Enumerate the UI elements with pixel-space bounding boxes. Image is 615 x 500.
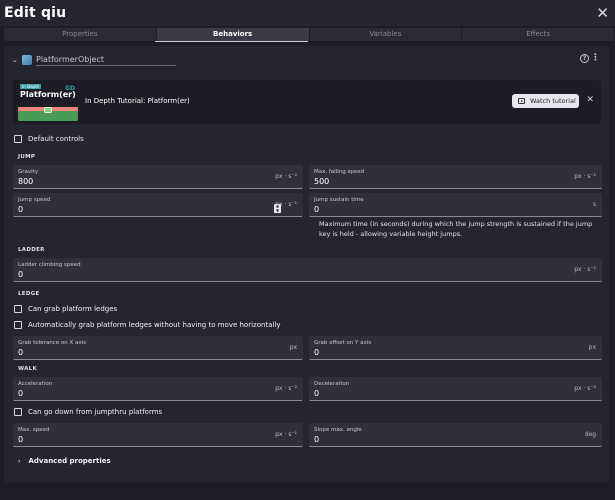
close-icon[interactable]: ✕: [596, 5, 609, 21]
grab-offset-y-unit: px: [588, 344, 596, 351]
jump-sustain-time-value[interactable]: 0: [314, 205, 319, 214]
advanced-properties-label: Advanced properties: [28, 457, 111, 465]
acceleration-field[interactable]: Acceleration 0 px · s⁻²: [13, 377, 303, 401]
tutorial-banner: In Depth Platform(er) GD In Depth Tutori…: [13, 80, 601, 124]
slope-max-angle-value[interactable]: 0: [314, 435, 319, 444]
more-menu-icon[interactable]: ⋮: [591, 53, 600, 63]
jump-sustain-time-unit: s: [592, 201, 596, 208]
auto-grab-ledges-checkbox[interactable]: [14, 321, 22, 329]
platformer-behavior-icon: [22, 55, 32, 65]
max-speed-field[interactable]: Max. speed 0 px · s⁻¹: [13, 423, 303, 447]
deceleration-value[interactable]: 0: [314, 389, 319, 398]
jump-speed-label: Jump speed: [18, 197, 51, 203]
max-speed-unit: px · s⁻¹: [275, 431, 297, 438]
ladder-climbing-speed-field[interactable]: Ladder climbing speed 0 px · s⁻¹: [13, 258, 602, 282]
grab-offset-y-label: Grab offset on Y axis: [314, 340, 372, 346]
max-speed-value[interactable]: 0: [18, 435, 23, 444]
stepper-down-icon[interactable]: ▼: [276, 208, 279, 213]
watch-tutorial-label: Watch tutorial: [530, 97, 576, 105]
gravity-unit: px · s⁻²: [275, 173, 297, 180]
close-tutorial-icon[interactable]: ✕: [586, 95, 594, 105]
grab-offset-y-field[interactable]: Grab offset on Y axis 0 px: [309, 336, 602, 360]
gravity-label: Gravity: [18, 169, 39, 175]
ladder-climbing-speed-label: Ladder climbing speed: [18, 262, 81, 268]
behavior-name-field[interactable]: PlatformerObject: [36, 55, 176, 66]
max-falling-speed-unit: px · s⁻¹: [574, 173, 596, 180]
chevron-right-icon: ›: [18, 457, 21, 465]
tab-variables[interactable]: Variables: [309, 28, 463, 41]
slope-max-angle-field[interactable]: Slope max. angle 0 deg: [309, 423, 602, 447]
default-controls-row[interactable]: Default controls: [14, 135, 84, 143]
gravity-field[interactable]: Gravity 800 px · s⁻²: [13, 165, 303, 189]
acceleration-value[interactable]: 0: [18, 389, 23, 398]
tab-behaviors[interactable]: Behaviors: [156, 28, 310, 41]
grab-offset-y-value[interactable]: 0: [314, 348, 319, 357]
ladder-climbing-speed-value[interactable]: 0: [18, 270, 23, 279]
jumpthru-row[interactable]: Can go down from jumpthru platforms: [14, 408, 162, 416]
section-ledge: LEDGE: [18, 291, 40, 297]
jumpthru-checkbox[interactable]: [14, 408, 22, 416]
tutorial-title: In Depth Tutorial: Platform(er): [85, 97, 190, 105]
play-icon: [518, 98, 525, 104]
window-title: Edit qiu: [4, 5, 67, 21]
acceleration-unit: px · s⁻²: [275, 385, 297, 392]
max-falling-speed-value[interactable]: 500: [314, 177, 329, 186]
tab-effects[interactable]: Effects: [462, 28, 615, 41]
default-controls-label: Default controls: [28, 135, 84, 143]
section-walk: WALK: [18, 366, 38, 372]
section-jump: JUMP: [18, 154, 36, 160]
watch-tutorial-button[interactable]: Watch tutorial: [512, 94, 579, 108]
grab-tolerance-x-unit: px: [289, 344, 297, 351]
max-speed-label: Max. speed: [18, 427, 50, 433]
grab-tolerance-x-field[interactable]: Grab tolerance on X axis 0 px: [13, 336, 303, 360]
tab-properties[interactable]: Properties: [4, 28, 157, 41]
grab-tolerance-x-value[interactable]: 0: [18, 348, 23, 357]
section-ladder: LADDER: [18, 247, 45, 253]
can-grab-ledges-label: Can grab platform ledges: [28, 305, 118, 313]
tab-bar: Properties Behaviors Variables Effects: [4, 28, 615, 41]
thumbnail-character: [44, 107, 52, 113]
active-tab-indicator: [155, 41, 308, 42]
max-falling-speed-label: Max. falling speed: [314, 169, 365, 175]
tutorial-thumbnail[interactable]: In Depth Platform(er) GD: [18, 83, 78, 121]
thumbnail-tag: In Depth: [20, 84, 42, 89]
behavior-panel: ⌄ PlatformerObject ? ⋮ In Depth Platform…: [4, 46, 609, 483]
jump-sustain-time-label: Jump sustain time: [314, 197, 364, 203]
gdevelop-logo-icon: GD: [65, 85, 75, 92]
deceleration-field[interactable]: Deceleration 0 px · s⁻²: [309, 377, 602, 401]
title-bar: Edit qiu ✕: [0, 0, 615, 26]
default-controls-checkbox[interactable]: [14, 135, 22, 143]
help-icon[interactable]: ?: [580, 54, 589, 63]
slope-max-angle-label: Slope max. angle: [314, 427, 362, 433]
slope-max-angle-unit: deg: [584, 431, 596, 438]
can-grab-ledges-checkbox[interactable]: [14, 305, 22, 313]
jump-speed-unit: px · s⁻¹: [275, 201, 297, 208]
behavior-header: ⌄ PlatformerObject ? ⋮: [12, 53, 601, 66]
jumpthru-label: Can go down from jumpthru platforms: [28, 408, 163, 416]
auto-grab-ledges-label: Automatically grab platform ledges witho…: [28, 321, 281, 329]
deceleration-label: Deceleration: [314, 381, 350, 387]
jump-speed-field[interactable]: Jump speed 0 ▲ ▼ px · s⁻¹: [13, 193, 303, 217]
ladder-climbing-speed-unit: px · s⁻¹: [574, 266, 596, 273]
jump-sustain-description: Maximum time (in seconds) during which t…: [319, 220, 593, 238]
advanced-properties-toggle[interactable]: › Advanced properties: [18, 457, 111, 465]
can-grab-ledges-row[interactable]: Can grab platform ledges: [14, 305, 117, 313]
jump-sustain-time-field[interactable]: Jump sustain time 0 s: [309, 193, 602, 217]
chevron-down-icon[interactable]: ⌄: [12, 56, 22, 64]
jump-speed-value[interactable]: 0: [18, 205, 23, 214]
max-falling-speed-field[interactable]: Max. falling speed 500 px · s⁻¹: [309, 165, 602, 189]
deceleration-unit: px · s⁻²: [574, 385, 596, 392]
acceleration-label: Acceleration: [18, 381, 53, 387]
auto-grab-ledges-row[interactable]: Automatically grab platform ledges witho…: [14, 321, 281, 329]
gravity-value[interactable]: 800: [18, 177, 33, 186]
grab-tolerance-x-label: Grab tolerance on X axis: [18, 340, 86, 346]
